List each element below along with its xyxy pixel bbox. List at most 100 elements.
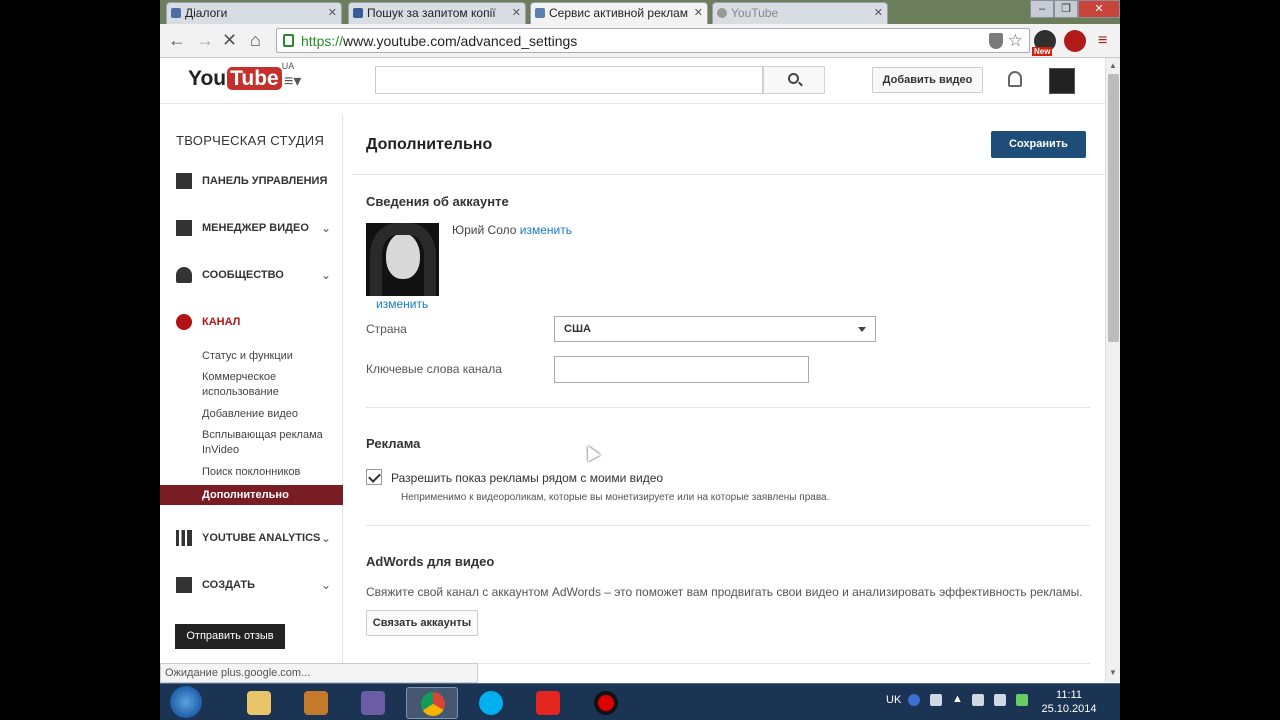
chevron-down-icon[interactable]: ⌄ <box>321 268 331 282</box>
ads-note: Неприменимо к видеороликам, которые вы м… <box>401 492 830 503</box>
network-icon[interactable] <box>972 694 984 706</box>
upload-video-button[interactable]: Добавить видео <box>872 67 983 93</box>
channel-keywords-input[interactable] <box>554 356 809 383</box>
search-button[interactable] <box>763 66 825 94</box>
extension-icon[interactable]: New <box>1032 30 1056 56</box>
url-protocol: https:// <box>301 33 344 49</box>
channel-avatar[interactable] <box>366 223 439 296</box>
logo-you: You <box>188 67 227 90</box>
search-input[interactable] <box>375 66 763 94</box>
shield-icon[interactable] <box>989 33 1003 49</box>
url-path: www.youtube.com/advanced_settings <box>343 33 578 49</box>
minimize-icon[interactable]: – <box>1030 0 1054 18</box>
sidebar-item-channel[interactable]: КАНАЛ <box>160 313 343 333</box>
home-icon[interactable]: ⌂ <box>250 30 261 50</box>
camera-icon <box>176 577 192 593</box>
hood-shape <box>370 223 436 296</box>
sidebar-item-create[interactable]: СОЗДАТЬ ⌄ <box>160 576 343 596</box>
scroll-up-icon[interactable]: ▲ <box>1109 61 1117 70</box>
sidebar-item-label: МЕНЕДЖЕР ВИДЕО <box>202 222 309 234</box>
tab-youtube[interactable]: YouTube ✕ <box>712 2 888 24</box>
sync-icon[interactable] <box>1016 694 1028 706</box>
account-avatar[interactable] <box>1049 68 1075 94</box>
chevron-down-icon[interactable]: ⌄ <box>321 531 331 545</box>
change-avatar-link[interactable]: изменить <box>376 297 428 311</box>
media-taskbar-button[interactable] <box>290 687 342 719</box>
tab-ads-service[interactable]: Сервис активной реклам ✕ <box>530 2 708 24</box>
address-bar[interactable]: https://www.youtube.com/advanced_setting… <box>276 28 1030 53</box>
link-accounts-button[interactable]: Связать аккаунты <box>366 610 478 636</box>
logo-region: UA <box>281 61 295 71</box>
media-player-icon <box>304 691 328 715</box>
browser-status-bar: Ожидание plus.google.com... <box>160 663 478 683</box>
sidebar-item-label: КАНАЛ <box>202 316 241 328</box>
ads-section-heading: Реклама <box>366 436 421 451</box>
menu-icon[interactable]: ≡ <box>1098 32 1107 50</box>
logo-tube: Tube <box>227 67 282 90</box>
sidebar-subitem-invideo[interactable]: Всплывающая реклама InVideo <box>202 428 332 458</box>
back-icon[interactable]: ← <box>168 30 186 50</box>
save-button[interactable]: Сохранить <box>991 131 1086 158</box>
help-icon[interactable] <box>908 694 920 706</box>
close-window-icon[interactable]: ✕ <box>1078 0 1120 18</box>
forward-icon[interactable]: → <box>196 30 214 50</box>
change-name-link[interactable]: изменить <box>520 223 572 237</box>
send-feedback-button[interactable]: Отправить отзыв <box>175 624 285 649</box>
notifications-bell-icon[interactable] <box>1008 71 1022 87</box>
show-hidden-icons-icon[interactable]: ▲ <box>952 693 963 705</box>
close-icon[interactable]: ✕ <box>512 6 521 19</box>
page-scrollbar[interactable]: ▲ ▼ <box>1105 58 1120 682</box>
divider <box>366 525 1090 526</box>
account-name-row: Юрий Соло изменить <box>452 223 572 237</box>
extension-power-icon[interactable] <box>1064 30 1086 52</box>
sidebar-item-video-manager[interactable]: МЕНЕДЖЕР ВИДЕО ⌄ <box>160 219 343 239</box>
sidebar-subitem-status[interactable]: Статус и функции <box>202 349 332 364</box>
studio-sidebar: ТВОРЧЕСКАЯ СТУДИЯ ПАНЕЛЬ УПРАВЛЕНИЯ МЕНЕ… <box>160 115 343 663</box>
close-icon[interactable]: ✕ <box>328 6 337 19</box>
bookmark-star-icon[interactable]: ☆ <box>1008 31 1023 51</box>
sidebar-item-analytics[interactable]: YOUTUBE ANALYTICS ⌄ <box>160 529 343 549</box>
language-indicator[interactable]: UK <box>886 694 901 706</box>
chevron-down-icon[interactable]: ⌄ <box>321 578 331 592</box>
chrome-taskbar-button[interactable] <box>406 687 458 719</box>
yandex-icon <box>536 691 560 715</box>
close-icon[interactable]: ✕ <box>694 6 703 19</box>
sidebar-subitem-monetization[interactable]: Коммерческое использование <box>202 370 332 400</box>
yandex-taskbar-button[interactable] <box>522 687 574 719</box>
youtube-logo[interactable]: You TubeUA <box>188 61 294 91</box>
country-select[interactable]: США <box>554 316 876 342</box>
app-taskbar-button[interactable] <box>347 687 399 719</box>
volume-icon[interactable] <box>994 694 1006 706</box>
start-button-icon[interactable] <box>170 686 202 718</box>
explorer-taskbar-button[interactable] <box>233 687 285 719</box>
allow-ads-label[interactable]: Разрешить показ рекламы рядом с моими ви… <box>391 471 663 485</box>
allow-ads-checkbox[interactable] <box>366 469 382 485</box>
tray-app-icon[interactable] <box>930 694 942 706</box>
adwords-description: Свяжите свой канал с аккаунтом AdWords –… <box>366 585 1083 599</box>
sidebar-item-dashboard[interactable]: ПАНЕЛЬ УПРАВЛЕНИЯ <box>160 172 343 192</box>
studio-title[interactable]: ТВОРЧЕСКАЯ СТУДИЯ <box>176 133 324 148</box>
scroll-down-icon[interactable]: ▼ <box>1109 668 1117 677</box>
system-clock[interactable]: 11:11 25.10.2014 <box>1040 688 1098 716</box>
browser-toolbar: ← → ✕ ⌂ https://www.youtube.com/advanced… <box>160 24 1120 58</box>
country-label: Страна <box>366 322 407 336</box>
sidebar-subitem-upload-defaults[interactable]: Добавление видео <box>202 407 332 422</box>
guide-menu-icon[interactable]: ≡▾ <box>284 71 301 91</box>
sidebar-item-community[interactable]: СООБЩЕСТВО ⌄ <box>160 266 343 286</box>
skype-taskbar-button[interactable] <box>465 687 517 719</box>
video-manager-icon <box>176 220 192 236</box>
clock-time: 11:11 <box>1056 689 1082 701</box>
sidebar-subitem-fan-finder[interactable]: Поиск поклонников <box>202 465 332 480</box>
close-icon[interactable]: ✕ <box>874 6 883 19</box>
chevron-down-icon[interactable]: ⌄ <box>321 221 331 235</box>
tab-dialogs[interactable]: Діалоги ✕ <box>166 2 342 24</box>
visual-studio-icon <box>361 691 385 715</box>
stop-icon[interactable]: ✕ <box>222 30 237 50</box>
sidebar-subitem-advanced[interactable]: Дополнительно <box>160 485 343 505</box>
tab-search[interactable]: Пошук за запитом копії ✕ <box>348 2 526 24</box>
scroll-thumb[interactable] <box>1108 74 1119 342</box>
recorder-taskbar-button[interactable] <box>580 687 632 719</box>
restore-icon[interactable]: ❐ <box>1054 0 1078 18</box>
chrome-icon <box>421 692 445 716</box>
pause-icon <box>353 8 363 18</box>
